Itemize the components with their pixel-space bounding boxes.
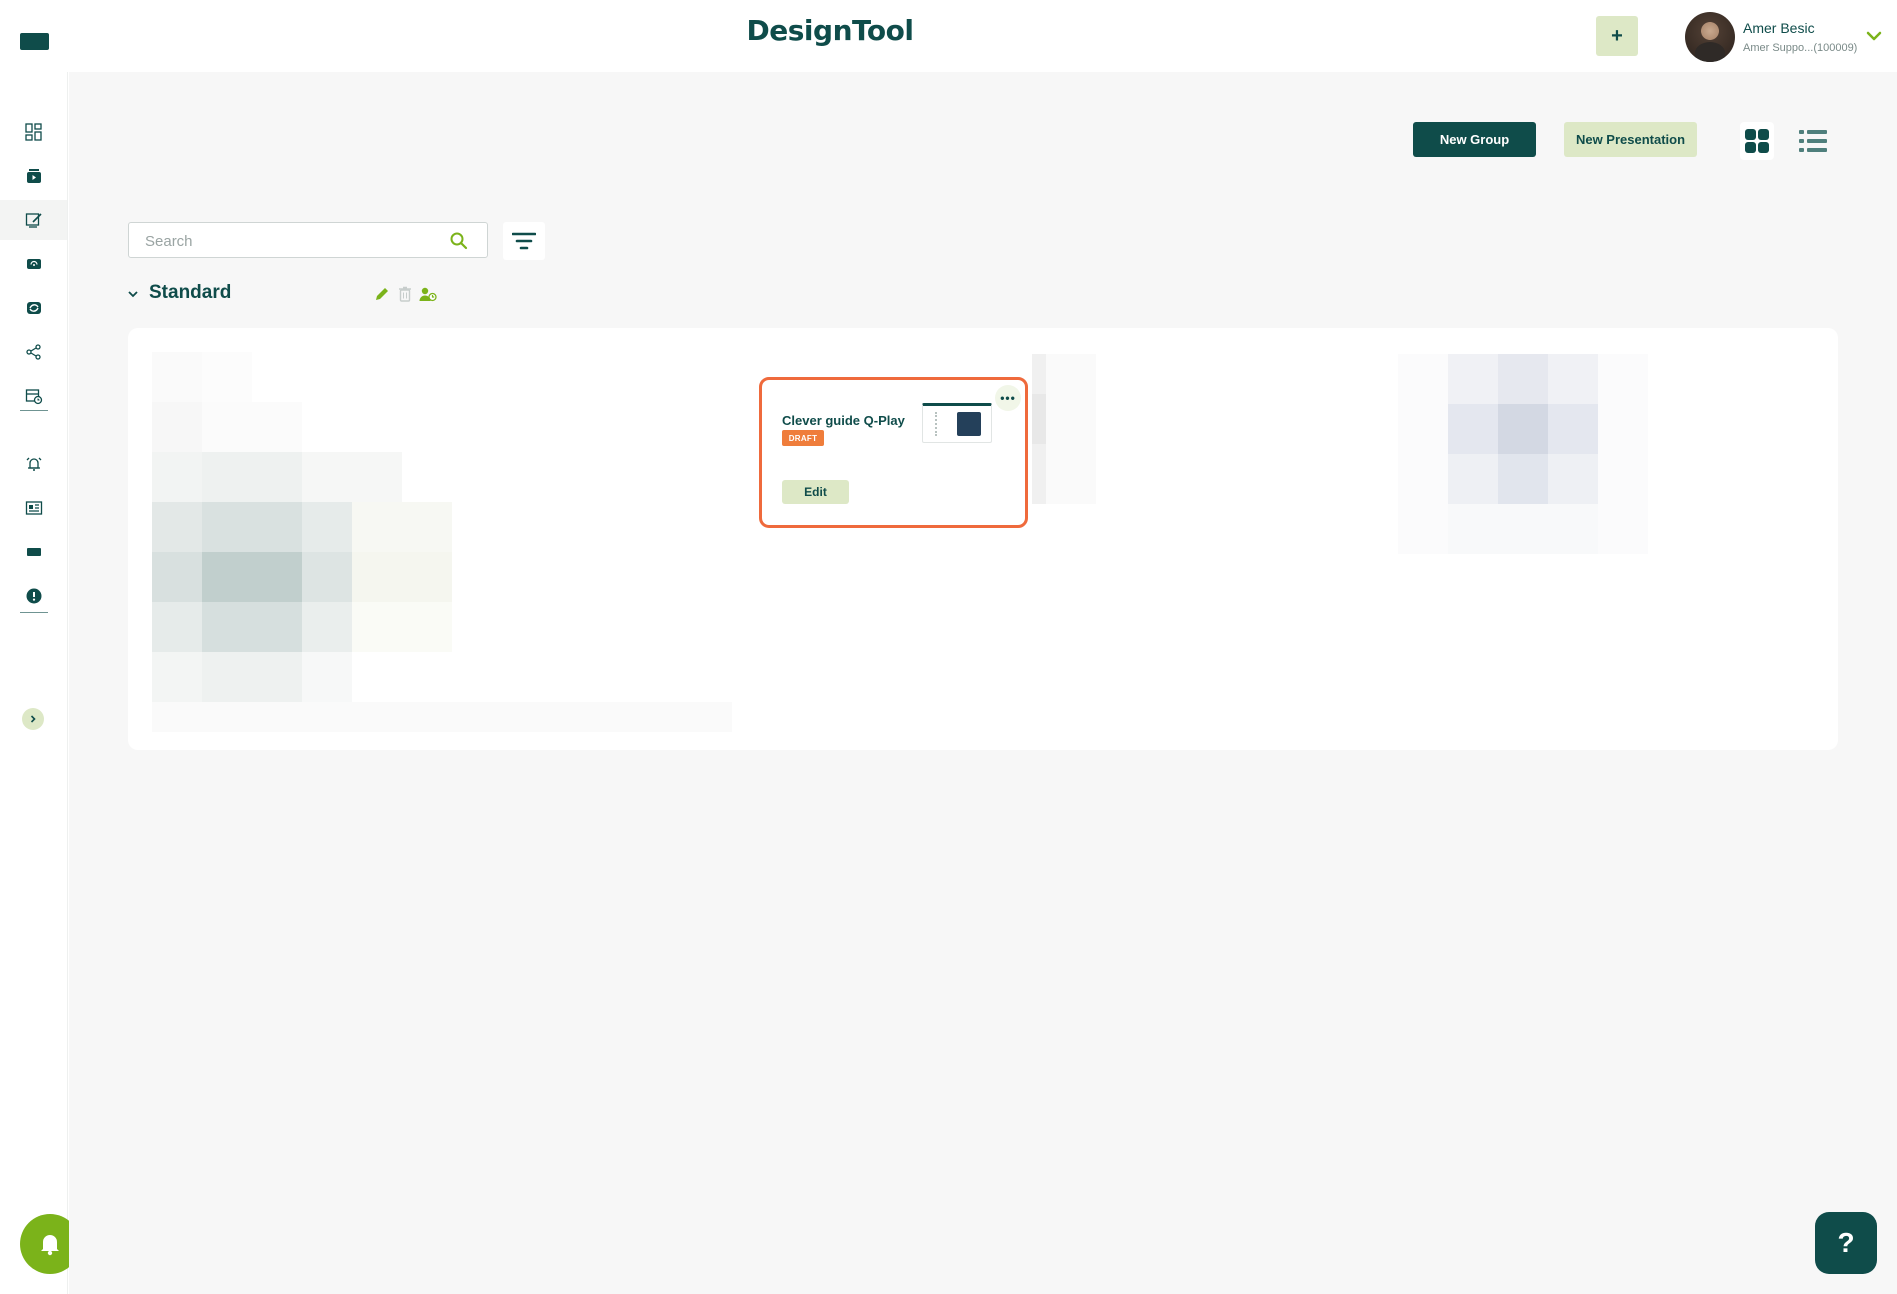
list-view-button[interactable]: [1796, 124, 1830, 158]
share-group-user-icon[interactable]: [419, 286, 437, 302]
new-group-button[interactable]: New Group: [1413, 122, 1536, 157]
alarm-icon: [26, 457, 41, 471]
sidebar-item-alarms[interactable]: [0, 444, 67, 484]
share-icon: [25, 344, 41, 360]
new-presentation-button[interactable]: New Presentation: [1564, 122, 1697, 157]
sidebar-expand-button[interactable]: [22, 708, 44, 730]
chevron-down-icon[interactable]: [1866, 28, 1882, 44]
filter-icon: [512, 232, 536, 250]
news-icon: [25, 501, 42, 515]
sidebar-item-alerts[interactable]: [0, 576, 67, 616]
edit-button[interactable]: Edit: [782, 480, 849, 504]
schedule-icon: [25, 389, 42, 405]
sidebar-item-screens[interactable]: [0, 532, 67, 572]
sidebar-divider: [20, 612, 48, 613]
presentation-card[interactable]: Clever guide Q-Play DRAFT ••• Edit: [759, 377, 1028, 528]
delete-group-icon[interactable]: [397, 286, 413, 302]
list-view-icon: [1799, 130, 1827, 152]
search-input[interactable]: [145, 231, 445, 251]
screen-icon: [26, 548, 41, 556]
top-header: DesignTool + Amer Besic Amer Suppo...(10…: [0, 0, 1897, 72]
add-button[interactable]: +: [1596, 16, 1638, 56]
edit-group-icon[interactable]: [374, 286, 390, 302]
bell-icon: [41, 1235, 59, 1256]
collapse-group-icon[interactable]: [126, 287, 140, 301]
chevron-right-icon: [30, 715, 36, 723]
sidebar-item-presentations[interactable]: [0, 200, 67, 240]
playlist-icon: [26, 302, 41, 314]
status-badge: DRAFT: [782, 430, 824, 446]
avatar[interactable]: [1685, 12, 1735, 62]
dashboard-icon: [24, 123, 42, 141]
more-options-button[interactable]: •••: [995, 385, 1021, 411]
user-name[interactable]: Amer Besic: [1743, 20, 1815, 36]
filter-button[interactable]: [503, 222, 545, 260]
sidebar-item-players[interactable]: [0, 244, 67, 284]
media-icon: [26, 169, 41, 183]
app-logo[interactable]: DesignTool: [0, 14, 1660, 47]
alert-icon: [26, 588, 41, 604]
search-icon[interactable]: [449, 231, 469, 251]
user-account[interactable]: Amer Suppo...(100009): [1743, 42, 1857, 54]
sidebar-item-news[interactable]: [0, 488, 67, 528]
grid-view-button[interactable]: [1740, 122, 1774, 160]
search-field: [128, 222, 488, 258]
presentation-title[interactable]: Clever guide Q-Play: [782, 413, 905, 428]
presentation-edit-icon: [25, 213, 42, 228]
help-button[interactable]: ?: [1815, 1212, 1877, 1274]
sidebar-item-media[interactable]: [0, 156, 67, 196]
sidebar-item-playlists[interactable]: [0, 288, 67, 328]
sidebar-divider: [20, 410, 48, 411]
grid-view-icon: [1745, 129, 1769, 153]
sidebar-item-dashboard[interactable]: [0, 112, 67, 152]
presentation-thumbnail[interactable]: [922, 403, 992, 443]
group-title: Standard: [149, 282, 232, 303]
sidebar-item-share[interactable]: [0, 332, 67, 372]
player-icon: [26, 259, 41, 269]
sidebar: [0, 72, 68, 1294]
